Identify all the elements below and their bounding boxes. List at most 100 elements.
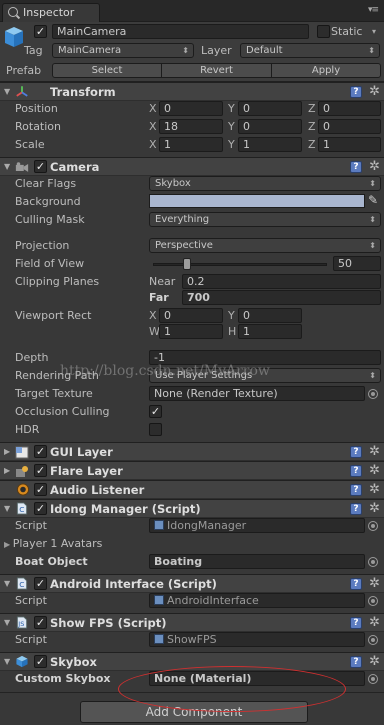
idong-manager-checkbox[interactable]: ✓: [34, 502, 47, 515]
idong-manager-foldout-icon[interactable]: ▼: [4, 504, 10, 513]
gear-icon[interactable]: ✲: [369, 463, 380, 478]
help-icon[interactable]: ?: [350, 446, 362, 458]
show-fps-title: Show FPS (Script): [50, 616, 167, 630]
culling-mask-dropdown[interactable]: Everything ⬍: [149, 212, 381, 227]
android-interface-checkbox[interactable]: ✓: [34, 577, 47, 590]
viewport-y-field[interactable]: 0: [238, 308, 302, 323]
viewport-w-field[interactable]: 1: [159, 324, 223, 339]
hdr-checkbox[interactable]: [149, 423, 162, 436]
android-interface-foldout-icon[interactable]: ▼: [4, 579, 10, 588]
tab-inspector[interactable]: Inspector: [2, 3, 100, 22]
help-icon[interactable]: ?: [350, 465, 362, 477]
tab-menu-icon[interactable]: ▾≡: [368, 5, 379, 15]
gear-icon[interactable]: ✲: [369, 654, 380, 669]
transform-header[interactable]: ▼ Transform ? ✲: [0, 82, 384, 101]
position-y-field[interactable]: 0: [238, 101, 302, 116]
target-texture-field[interactable]: None (Render Texture): [149, 386, 365, 401]
prefab-select-button[interactable]: Select: [52, 63, 162, 78]
axis-z-label: Z: [308, 120, 316, 133]
camera-foldout-icon[interactable]: ▼: [4, 162, 10, 171]
idong-script-value: IdongManager: [167, 519, 247, 532]
help-icon[interactable]: ?: [350, 484, 362, 496]
clear-flags-dropdown[interactable]: Skybox ⬍: [149, 176, 381, 191]
scale-x-field[interactable]: 1: [159, 137, 223, 152]
gear-icon[interactable]: ✲: [369, 159, 380, 174]
audio-listener-icon: [16, 483, 30, 496]
rendering-path-dropdown[interactable]: Use Player Settings ⬍: [149, 368, 381, 383]
scale-y-field[interactable]: 1: [238, 137, 302, 152]
help-icon[interactable]: ?: [350, 656, 362, 668]
gear-icon[interactable]: ✲: [369, 444, 380, 459]
prefab-apply-button[interactable]: Apply: [271, 63, 381, 78]
rotation-z-field[interactable]: 0: [318, 119, 381, 134]
android-script-field[interactable]: AndroidInterface: [149, 593, 365, 608]
audio-listener-checkbox[interactable]: ✓: [34, 483, 47, 496]
help-icon[interactable]: ?: [350, 503, 362, 515]
gear-icon[interactable]: ✲: [369, 576, 380, 591]
gear-icon[interactable]: ✲: [369, 482, 380, 497]
help-icon[interactable]: ?: [350, 617, 362, 629]
scale-z-field[interactable]: 1: [318, 137, 381, 152]
flare-layer-checkbox[interactable]: ✓: [34, 464, 47, 477]
idong-script-field[interactable]: IdongManager: [149, 518, 365, 533]
flare-layer-header[interactable]: ▶ ✓ Flare Layer ? ✲: [0, 461, 384, 480]
gameobject-active-checkbox[interactable]: ✓: [34, 25, 47, 38]
camera-enabled-checkbox[interactable]: ✓: [34, 160, 47, 173]
layer-dropdown[interactable]: Default ⬍: [240, 43, 380, 58]
flare-layer-foldout-icon[interactable]: ▶: [4, 466, 10, 475]
fov-slider-track[interactable]: [153, 263, 327, 266]
axis-x-label: X: [149, 120, 157, 133]
android-interface-header[interactable]: ▼ C ✓ Android Interface (Script) ? ✲: [0, 574, 384, 593]
viewport-h-field[interactable]: 1: [238, 324, 302, 339]
transform-foldout-icon[interactable]: ▼: [4, 87, 10, 96]
prefab-revert-button[interactable]: Revert: [161, 63, 272, 78]
fps-script-field[interactable]: ShowFPS: [149, 632, 365, 647]
fov-slider-thumb[interactable]: [183, 258, 191, 270]
help-icon[interactable]: ?: [350, 578, 362, 590]
position-x-field[interactable]: 0: [159, 101, 223, 116]
object-picker-icon[interactable]: [368, 674, 378, 684]
viewport-x-field[interactable]: 0: [159, 308, 223, 323]
audio-listener-header[interactable]: ✓ Audio Listener ? ✲: [0, 480, 384, 499]
tag-dropdown[interactable]: MainCamera ⬍: [52, 43, 194, 58]
help-icon[interactable]: ?: [350, 86, 362, 98]
occlusion-culling-checkbox[interactable]: ✓: [149, 405, 162, 418]
rotation-x-field[interactable]: 18: [159, 119, 223, 134]
skybox-foldout-icon[interactable]: ▼: [4, 657, 10, 666]
gui-layer-header[interactable]: ▶ ✓ GUI Layer ? ✲: [0, 442, 384, 461]
idong-manager-header[interactable]: ▼ C ✓ Idong Manager (Script) ? ✲: [0, 499, 384, 518]
camera-header[interactable]: ▼ ✓ Camera ? ✲: [0, 157, 384, 176]
object-picker-icon[interactable]: [368, 596, 378, 606]
show-fps-header[interactable]: ▼ JS ✓ Show FPS (Script) ? ✲: [0, 613, 384, 632]
player-avatars-foldout-icon[interactable]: ▶: [4, 540, 13, 549]
show-fps-checkbox[interactable]: ✓: [34, 616, 47, 629]
rotation-y-field[interactable]: 0: [238, 119, 302, 134]
position-z-field[interactable]: 0: [318, 101, 381, 116]
object-picker-icon[interactable]: [368, 521, 378, 531]
static-dropdown-icon[interactable]: ▾: [372, 27, 376, 36]
gameobject-name-field[interactable]: MainCamera: [52, 24, 309, 39]
boat-object-field[interactable]: Boating: [149, 554, 365, 569]
gear-icon[interactable]: ✲: [369, 615, 380, 630]
flare-layer-title: Flare Layer: [50, 464, 123, 478]
gui-layer-foldout-icon[interactable]: ▶: [4, 447, 10, 456]
player-avatars-foldout[interactable]: ▶ Player 1 Avatars: [4, 537, 102, 550]
depth-field[interactable]: -1: [149, 350, 381, 365]
projection-dropdown[interactable]: Perspective ⬍: [149, 238, 381, 253]
object-picker-icon[interactable]: [368, 635, 378, 645]
gear-icon[interactable]: ✲: [369, 84, 380, 99]
near-field[interactable]: 0.2: [182, 274, 381, 289]
help-icon[interactable]: ?: [350, 161, 362, 173]
gear-icon[interactable]: ✲: [369, 501, 380, 516]
fov-value-field[interactable]: 50: [333, 256, 381, 271]
background-color-swatch[interactable]: [149, 194, 365, 208]
object-picker-icon[interactable]: [368, 557, 378, 567]
annotation-ellipse: [118, 666, 346, 712]
far-field[interactable]: 700: [182, 290, 381, 305]
static-checkbox[interactable]: [317, 25, 330, 38]
show-fps-foldout-icon[interactable]: ▼: [4, 618, 10, 627]
skybox-checkbox[interactable]: ✓: [34, 655, 47, 668]
gui-layer-checkbox[interactable]: ✓: [34, 445, 47, 458]
object-picker-icon[interactable]: [368, 389, 378, 399]
eyedropper-icon[interactable]: ✎: [368, 193, 378, 207]
